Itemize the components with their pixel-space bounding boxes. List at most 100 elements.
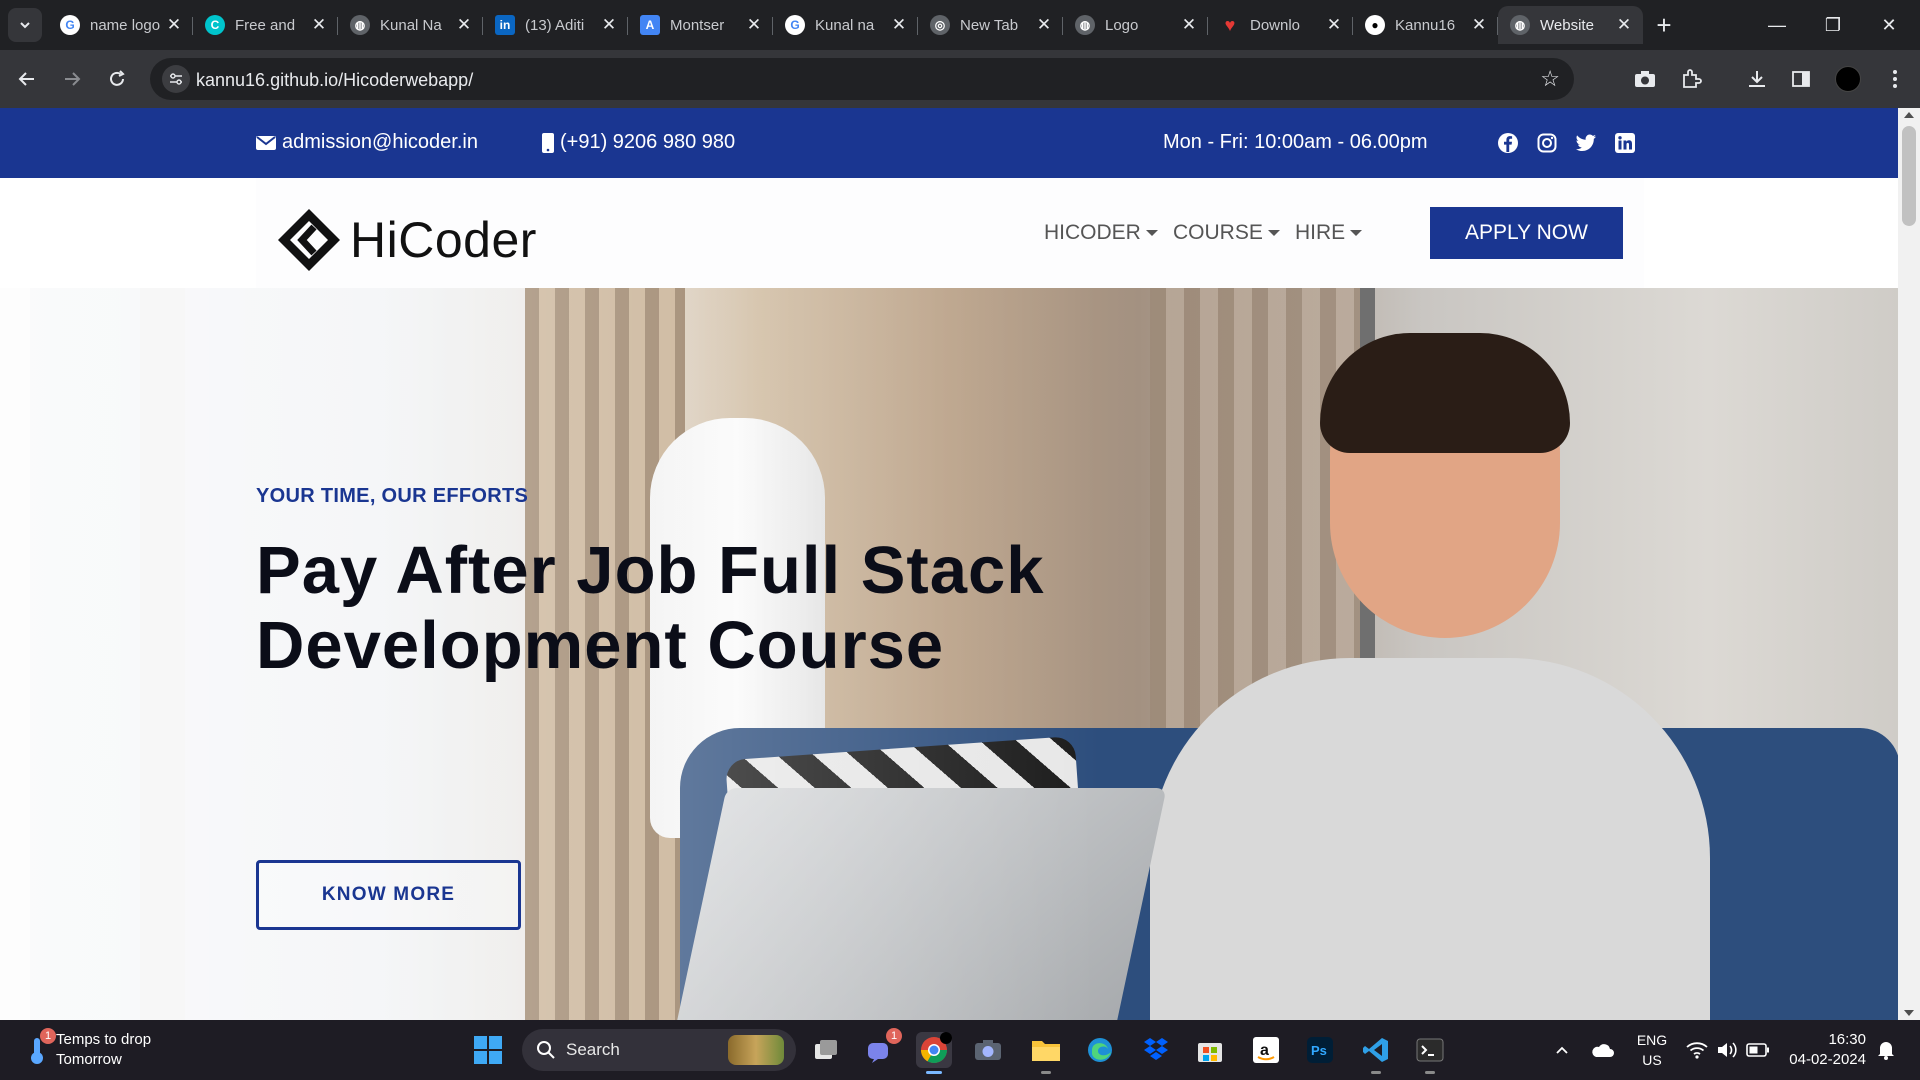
arrow-right-icon: [65, 72, 81, 86]
amazon-icon[interactable]: a: [1248, 1032, 1284, 1068]
tab-title: Logo: [1105, 16, 1139, 34]
dropbox-icon[interactable]: [1138, 1032, 1174, 1068]
contact-email[interactable]: admission@hicoder.in: [256, 131, 478, 154]
tab-title: Free and: [235, 16, 296, 34]
tab-logo[interactable]: ◍ Logo ✕: [1063, 6, 1208, 44]
tab-github[interactable]: ● Kannu16 ✕: [1353, 6, 1498, 44]
linkedin-icon[interactable]: [1613, 131, 1637, 155]
tab-kunal-na-2[interactable]: G Kunal na ✕: [773, 6, 918, 44]
site-logo[interactable]: HiCoder: [276, 207, 537, 273]
download-icon[interactable]: [1742, 64, 1772, 94]
close-icon[interactable]: ✕: [1180, 15, 1198, 35]
chrome-profile-dot-icon: [940, 1032, 952, 1044]
wifi-icon[interactable]: [1684, 1020, 1710, 1080]
tab-linkedin[interactable]: in (13) Aditi ✕: [483, 6, 628, 44]
tab-list: G name logo ✕ C Free and ✕ ◍ Kunal Na ✕ …: [48, 6, 1643, 44]
office-hours: Mon - Fri: 10:00am - 06.00pm: [1163, 131, 1428, 154]
close-icon[interactable]: ✕: [745, 15, 763, 35]
scroll-up-arrow-icon[interactable]: [1904, 112, 1914, 118]
tab-free-and[interactable]: C Free and ✕: [193, 6, 338, 44]
onedrive-cloud-icon[interactable]: [1588, 1020, 1616, 1080]
kebab-menu-icon[interactable]: [1880, 64, 1910, 94]
minimize-button[interactable]: —: [1750, 0, 1804, 50]
new-tab-button[interactable]: +: [1649, 8, 1679, 42]
camera-app-icon[interactable]: [970, 1032, 1006, 1068]
extensions-icon[interactable]: [1676, 64, 1706, 94]
contact-phone[interactable]: (+91) 9206 980 980: [542, 131, 735, 154]
menu-hire[interactable]: HIRE: [1295, 221, 1363, 245]
tab-title: Downlo: [1250, 16, 1301, 34]
tab-search-button[interactable]: [8, 8, 42, 42]
github-icon: ●: [1365, 15, 1385, 35]
menu-hicoder[interactable]: HICODER: [1044, 221, 1158, 245]
close-icon[interactable]: ✕: [455, 15, 473, 35]
close-icon[interactable]: ✕: [1035, 15, 1053, 35]
facebook-icon[interactable]: [1496, 131, 1520, 155]
tab-montserrat[interactable]: A Montser ✕: [628, 6, 773, 44]
reload-button[interactable]: [100, 62, 134, 96]
file-explorer-icon[interactable]: [1028, 1032, 1064, 1074]
google-icon: G: [60, 15, 80, 35]
close-icon[interactable]: ✕: [165, 15, 183, 35]
chrome-icon: ◎: [930, 15, 950, 35]
open-indicator: [1371, 1071, 1381, 1074]
clock-date: 04-02-2024: [1789, 1051, 1866, 1068]
chevron-up-icon[interactable]: [1552, 1020, 1572, 1080]
address-bar[interactable]: kannu16.github.io/Hicoderwebapp/ ☆: [150, 58, 1574, 100]
tab-title: Montser: [670, 16, 725, 34]
chevron-down-icon: [20, 22, 30, 29]
vscode-icon[interactable]: [1358, 1032, 1394, 1074]
tab-new-tab[interactable]: ◎ New Tab ✕: [918, 6, 1063, 44]
know-more-button[interactable]: KNOW MORE: [256, 860, 521, 930]
weather-line: Temps to drop: [56, 1031, 152, 1048]
clock[interactable]: 16:30 04-02-2024: [1786, 1030, 1866, 1070]
language-line: ENG: [1636, 1032, 1668, 1048]
arrow-left-icon: [18, 72, 34, 86]
side-panel-icon[interactable]: [1786, 64, 1816, 94]
notification-bell-icon[interactable]: [1874, 1020, 1898, 1080]
camera-icon[interactable]: [1630, 64, 1660, 94]
scrollbar-thumb[interactable]: [1902, 126, 1916, 226]
tab-download[interactable]: ♥ Downlo ✕: [1208, 6, 1353, 44]
task-view-icon[interactable]: [808, 1032, 844, 1068]
edge-icon[interactable]: [1082, 1032, 1118, 1068]
taskbar-search[interactable]: Search: [522, 1029, 796, 1071]
teams-chat-icon[interactable]: 1: [862, 1028, 902, 1068]
weather-widget[interactable]: 1 Temps to drop Tomorrow: [26, 1028, 152, 1070]
google-fonts-icon: A: [640, 15, 660, 35]
profile-avatar[interactable]: [1835, 66, 1861, 92]
instagram-icon[interactable]: [1535, 131, 1559, 155]
apply-now-button[interactable]: APPLY NOW: [1430, 207, 1623, 259]
close-icon[interactable]: ✕: [1615, 15, 1633, 35]
tab-website[interactable]: ◍ Website ✕: [1498, 6, 1643, 44]
tab-name-logo[interactable]: G name logo ✕: [48, 6, 193, 44]
scroll-down-arrow-icon[interactable]: [1904, 1010, 1914, 1016]
menu-course[interactable]: COURSE: [1173, 221, 1280, 245]
forward-button[interactable]: [55, 62, 89, 96]
close-icon[interactable]: ✕: [1325, 15, 1343, 35]
url-text[interactable]: kannu16.github.io/Hicoderwebapp/: [196, 70, 473, 91]
close-window-button[interactable]: ✕: [1862, 0, 1916, 50]
photoshop-icon[interactable]: Ps: [1302, 1032, 1338, 1068]
restore-button[interactable]: ❐: [1806, 0, 1860, 50]
close-icon[interactable]: ✕: [310, 15, 328, 35]
page-viewport: admission@hicoder.in (+91) 9206 980 980 …: [0, 108, 1920, 1020]
language-indicator[interactable]: ENG US: [1630, 1020, 1674, 1080]
hicoder-logo-icon: [278, 209, 340, 271]
battery-icon[interactable]: [1744, 1020, 1772, 1080]
bookmark-star-icon[interactable]: ☆: [1540, 66, 1560, 92]
back-button[interactable]: [10, 62, 44, 96]
terminal-icon[interactable]: [1412, 1032, 1448, 1074]
site-info-icon[interactable]: [162, 65, 190, 93]
tab-kunal-na[interactable]: ◍ Kunal Na ✕: [338, 6, 483, 44]
page-scrollbar[interactable]: [1898, 108, 1920, 1020]
close-icon[interactable]: ✕: [1470, 15, 1488, 35]
volume-icon[interactable]: [1714, 1020, 1740, 1080]
taskbar: 1 Temps to drop Tomorrow Search 1 a Ps E…: [0, 1020, 1920, 1080]
chrome-taskbar-icon[interactable]: [916, 1032, 952, 1074]
close-icon[interactable]: ✕: [890, 15, 908, 35]
twitter-icon[interactable]: [1574, 131, 1598, 155]
windows-start-icon[interactable]: [474, 1036, 502, 1064]
close-icon[interactable]: ✕: [600, 15, 618, 35]
microsoft-store-icon[interactable]: [1192, 1032, 1228, 1068]
